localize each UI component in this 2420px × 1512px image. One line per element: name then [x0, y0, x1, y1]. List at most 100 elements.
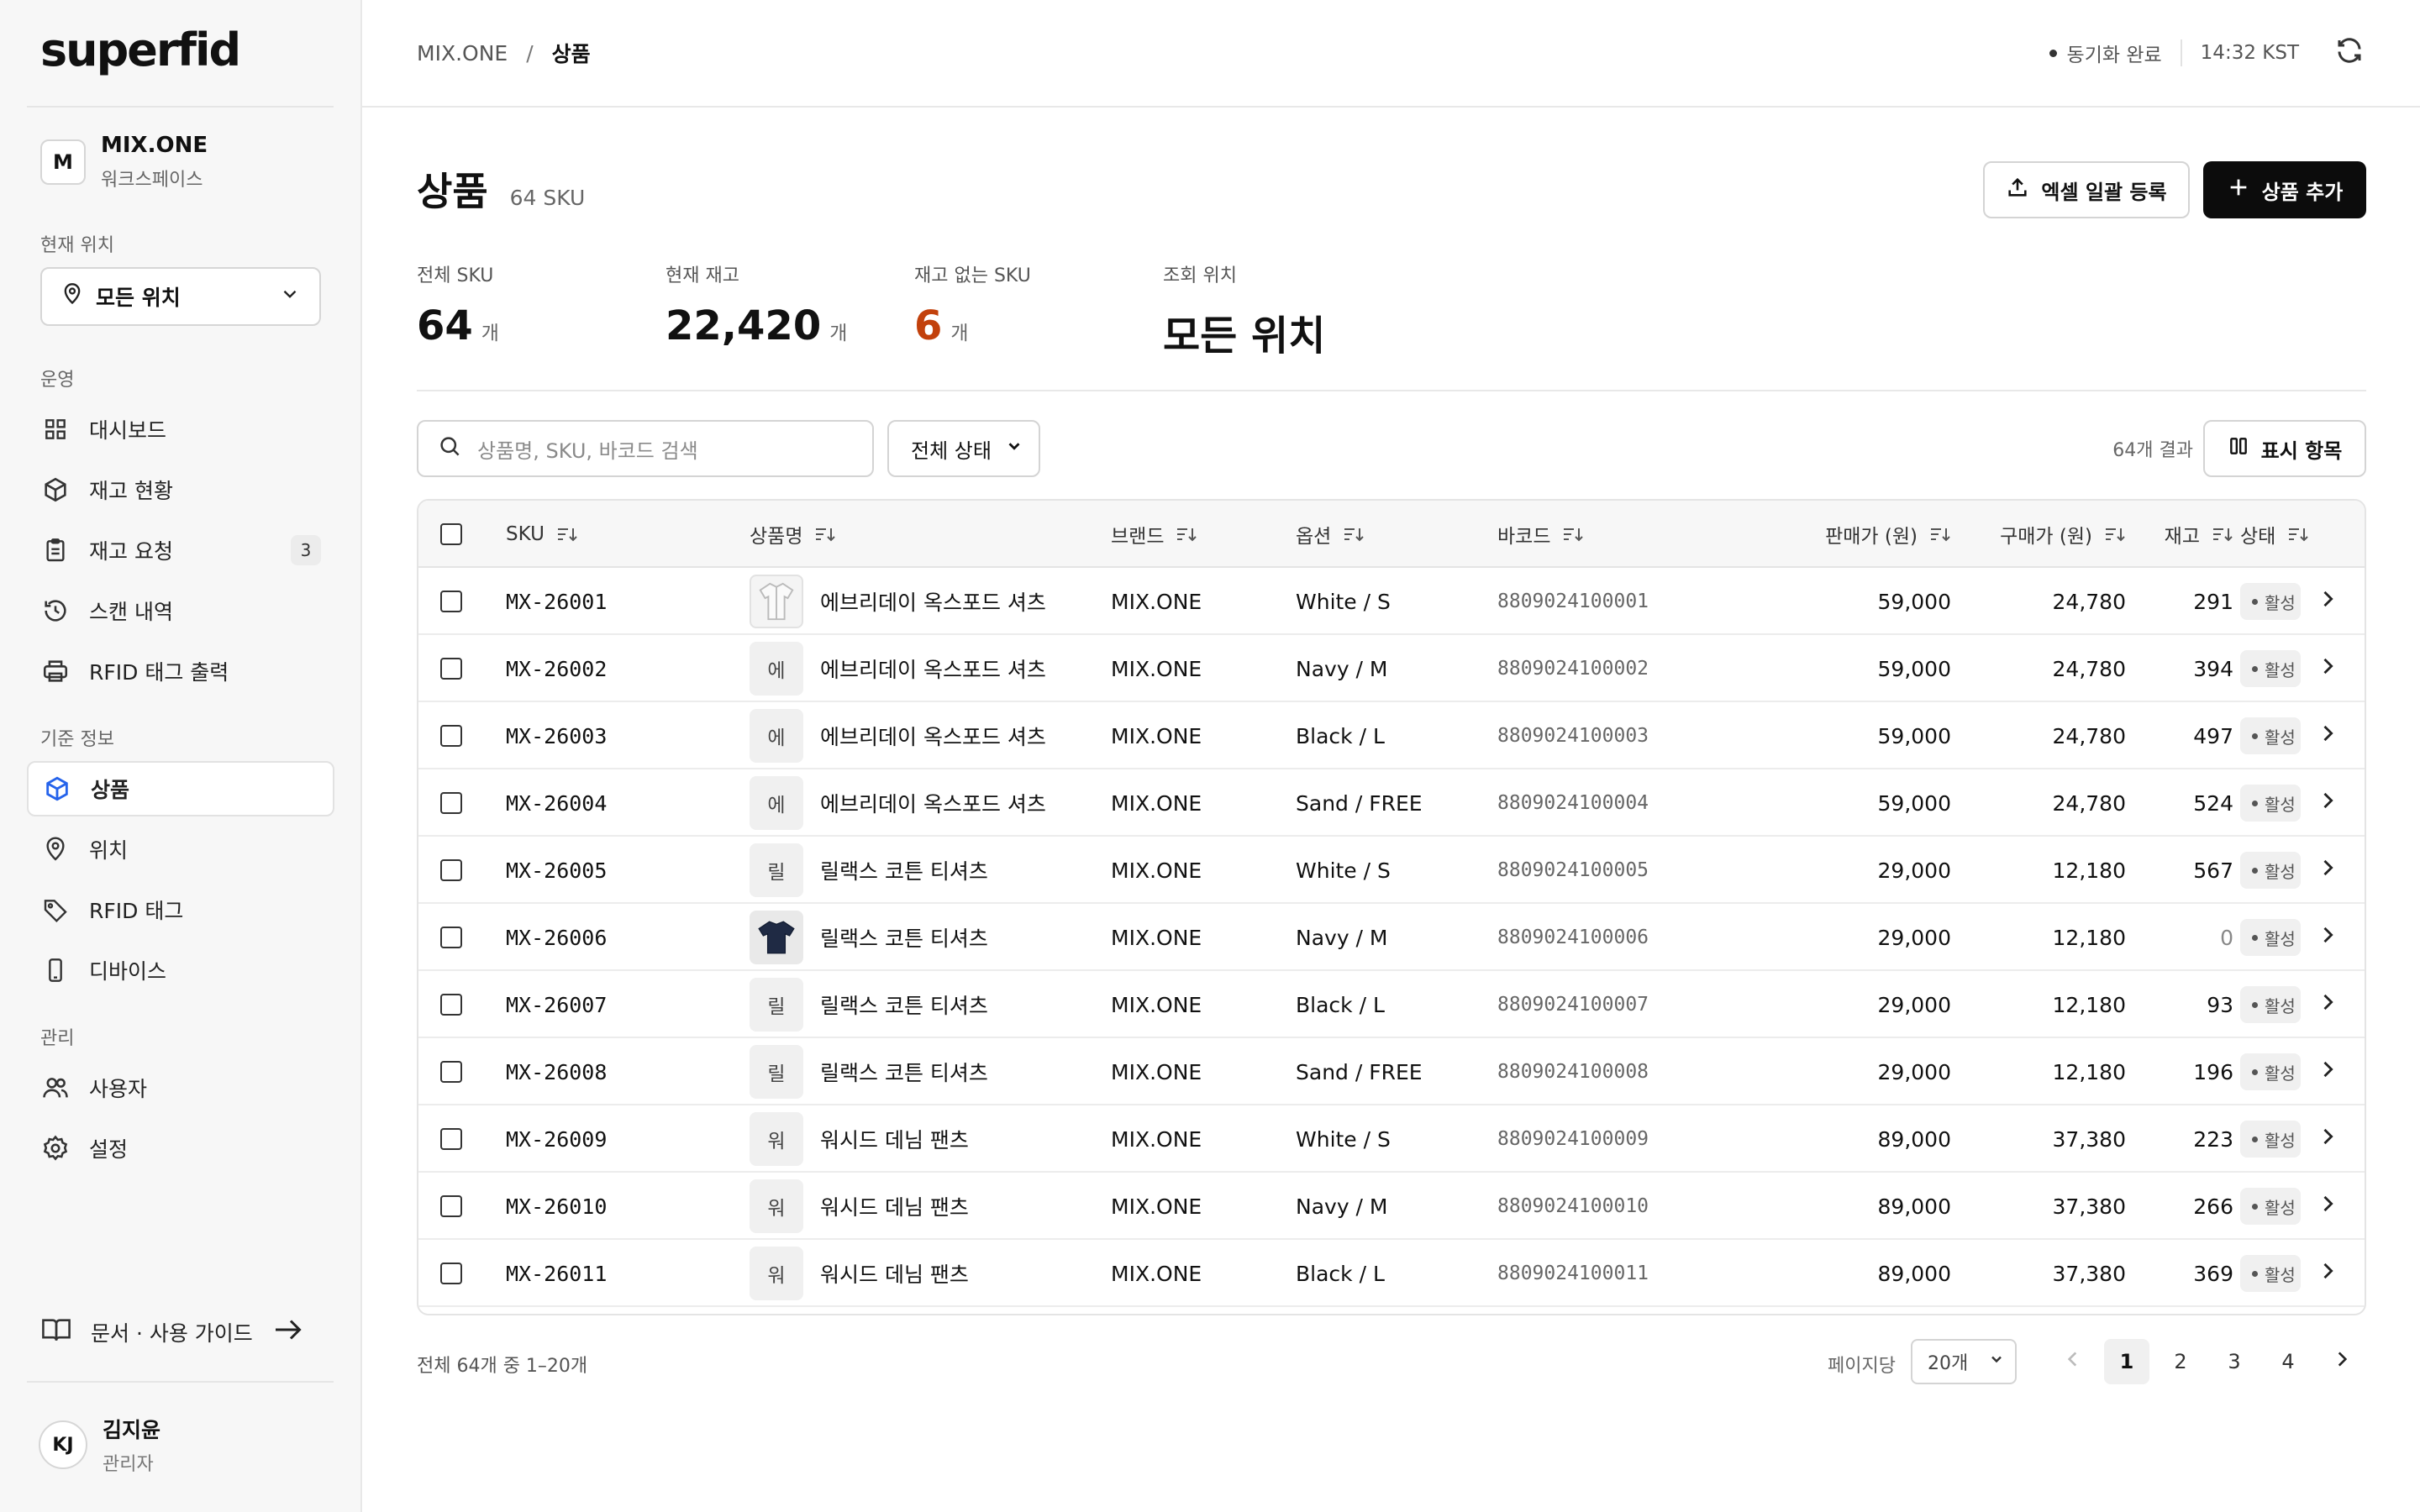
column-header-cost[interactable]: 구매가 (원): [1923, 501, 2126, 568]
column-header-stock[interactable]: 재고: [2133, 501, 2233, 568]
refresh-icon[interactable]: [2334, 35, 2365, 71]
table-row[interactable]: MX-26002 에 에브리데이 옥스포드 셔츠 MIX.ONE Navy / M 880…: [418, 635, 2365, 702]
product-name[interactable]: 워시드 데님 팬츠: [820, 1124, 969, 1154]
row-detail-button[interactable]: [2316, 904, 2339, 971]
table-row[interactable]: MX-26003 에 에브리데이 옥스포드 셔츠 MIX.ONE Black / L 88…: [418, 702, 2365, 769]
row-checkbox[interactable]: [440, 725, 462, 747]
product-name[interactable]: 에브리데이 옥스포드 셔츠: [820, 788, 1046, 818]
row-detail-button[interactable]: [2316, 1105, 2339, 1173]
row-detail-button[interactable]: [2316, 1173, 2339, 1240]
row-checkbox[interactable]: [440, 591, 462, 612]
table-row[interactable]: MX-26008 릴 릴랙스 코튼 티셔츠 MIX.ONE Sand / FREE 880…: [418, 1038, 2365, 1105]
display-columns-button[interactable]: 표시 항목: [2203, 420, 2366, 477]
row-checkbox[interactable]: [440, 859, 462, 881]
stat-current-stock: 현재 재고 22,420 개: [666, 260, 847, 349]
sidebar-item-rfid-print[interactable]: RFID 태그 출력: [27, 643, 334, 699]
page-button[interactable]: 3: [2212, 1339, 2257, 1384]
row-checkbox[interactable]: [440, 658, 462, 680]
search-input[interactable]: 상품명, SKU, 바코드 검색: [417, 420, 874, 477]
user-profile[interactable]: KJ 김지윤 관리자: [39, 1414, 160, 1476]
product-name[interactable]: 워시드 데님 팬츠: [820, 1258, 969, 1289]
docs-guide-link[interactable]: 문서 · 사용 가이드: [40, 1315, 309, 1349]
add-product-button[interactable]: 상품 추가: [2203, 161, 2366, 218]
row-checkbox[interactable]: [440, 1263, 462, 1284]
row-checkbox[interactable]: [440, 792, 462, 814]
upload-icon: [2006, 176, 2029, 204]
row-detail-button[interactable]: [2316, 635, 2339, 702]
product-thumbnail: 릴: [750, 843, 803, 897]
product-name[interactable]: 워시드 데님 팬츠: [820, 1191, 969, 1221]
table-row[interactable]: MX-26006 릴랙스 코튼 티셔츠 MIX.ONE Navy / M 8809024…: [418, 904, 2365, 971]
sidebar-item-users[interactable]: 사용자: [27, 1060, 334, 1116]
product-name[interactable]: 에브리데이 옥스포드 셔츠: [820, 654, 1046, 684]
stat-label: 전체 SKU: [417, 265, 494, 286]
stock-cell: 223: [2193, 1126, 2233, 1152]
product-name[interactable]: 릴랙스 코튼 티셔츠: [820, 922, 988, 953]
excel-bulk-upload-button[interactable]: 엑셀 일괄 등록: [1983, 161, 2190, 218]
sidebar-divider: [27, 106, 334, 108]
row-detail-button[interactable]: [2316, 769, 2339, 837]
stat-unit: 개: [829, 323, 848, 344]
option-cell: Sand / FREE: [1296, 1059, 1423, 1084]
row-detail-button[interactable]: [2316, 971, 2339, 1038]
breadcrumb-root[interactable]: MIX.ONE: [417, 41, 508, 66]
product-name[interactable]: 에브리데이 옥스포드 셔츠: [820, 586, 1046, 617]
table-row[interactable]: MX-26001 에브리데이 옥스포드 셔츠 MIX.ONE White / S 880…: [418, 568, 2365, 635]
location-select[interactable]: 모든 위치: [40, 267, 321, 326]
sidebar-item-inventory[interactable]: 재고 현황: [27, 462, 334, 517]
product-name[interactable]: 릴랙스 코튼 티셔츠: [820, 855, 988, 885]
row-checkbox[interactable]: [440, 927, 462, 948]
product-name[interactable]: 릴랙스 코튼 티셔츠: [820, 1057, 988, 1087]
users-icon: [40, 1073, 71, 1103]
prev-page-button[interactable]: [2050, 1339, 2096, 1384]
table-row[interactable]: MX-26007 릴 릴랙스 코튼 티셔츠 MIX.ONE Black / L 88090…: [418, 971, 2365, 1038]
price-cell: 89,000: [1877, 1194, 1951, 1219]
sidebar-item-rfid-tags[interactable]: RFID 태그: [27, 882, 334, 937]
sidebar-item-scan-history[interactable]: 스캔 내역: [27, 583, 334, 638]
select-all-checkbox[interactable]: [440, 523, 462, 545]
row-checkbox[interactable]: [440, 994, 462, 1016]
workspace-subtitle: 워크스페이스: [101, 170, 203, 191]
column-header-price[interactable]: 판매가 (원): [1746, 501, 1951, 568]
table-row[interactable]: MX-26009 워 워시드 데님 팬츠 MIX.ONE White / S 880902…: [418, 1105, 2365, 1173]
row-detail-button[interactable]: [2316, 837, 2339, 904]
next-page-button[interactable]: [2319, 1339, 2365, 1384]
column-header-status[interactable]: 상태: [2240, 501, 2319, 568]
sidebar-item-label: RFID 태그 출력: [89, 660, 229, 685]
column-header-barcode[interactable]: 바코드: [1497, 501, 1584, 568]
page-button[interactable]: 2: [2158, 1339, 2203, 1384]
row-detail-button[interactable]: [2316, 702, 2339, 769]
sidebar-item-products[interactable]: 상품: [27, 761, 334, 816]
row-checkbox[interactable]: [440, 1128, 462, 1150]
column-header-sku[interactable]: SKU: [506, 501, 578, 568]
table-row[interactable]: MX-26004 에 에브리데이 옥스포드 셔츠 MIX.ONE Sand / FREE…: [418, 769, 2365, 837]
sidebar-item-locations[interactable]: 위치: [27, 822, 334, 877]
sync-status: 동기화 완료: [2066, 45, 2162, 66]
sidebar-item-devices[interactable]: 디바이스: [27, 942, 334, 998]
sidebar-item-settings[interactable]: 설정: [27, 1121, 334, 1176]
row-detail-button[interactable]: [2316, 1038, 2339, 1105]
app-logo[interactable]: superfid: [40, 24, 241, 76]
table-row[interactable]: MX-26011 워 워시드 데님 팬츠 MIX.ONE Black / L 880902…: [418, 1240, 2365, 1307]
column-header-name[interactable]: 상품명: [750, 501, 836, 568]
row-detail-button[interactable]: [2316, 1240, 2339, 1307]
status-text: 활성: [2265, 659, 2296, 680]
sidebar-item-dashboard[interactable]: 대시보드: [27, 402, 334, 457]
page-button[interactable]: 4: [2265, 1339, 2311, 1384]
sidebar-item-label: 스캔 내역: [89, 600, 173, 624]
sidebar-item-stock-requests[interactable]: 재고 요청 3: [27, 522, 334, 578]
product-name[interactable]: 에브리데이 옥스포드 셔츠: [820, 721, 1046, 751]
product-name[interactable]: 릴랙스 코튼 티셔츠: [820, 990, 988, 1020]
status-filter-select[interactable]: 전체 상태: [887, 420, 1040, 477]
workspace-switcher[interactable]: M MIX.ONE 워크스페이스: [40, 133, 208, 192]
row-checkbox[interactable]: [440, 1061, 462, 1083]
row-detail-button[interactable]: [2316, 568, 2339, 635]
page-button[interactable]: 1: [2104, 1339, 2149, 1384]
columns-icon: [2228, 434, 2249, 463]
table-row[interactable]: MX-26005 릴 릴랙스 코튼 티셔츠 MIX.ONE White / S 88090…: [418, 837, 2365, 904]
row-checkbox[interactable]: [440, 1195, 462, 1217]
table-row[interactable]: MX-26010 워 워시드 데님 팬츠 MIX.ONE Navy / M 8809024…: [418, 1173, 2365, 1240]
column-header-brand[interactable]: 브랜드: [1111, 501, 1197, 568]
column-header-option[interactable]: 옵션: [1296, 501, 1365, 568]
per-page-select[interactable]: 20개: [1911, 1339, 2017, 1384]
